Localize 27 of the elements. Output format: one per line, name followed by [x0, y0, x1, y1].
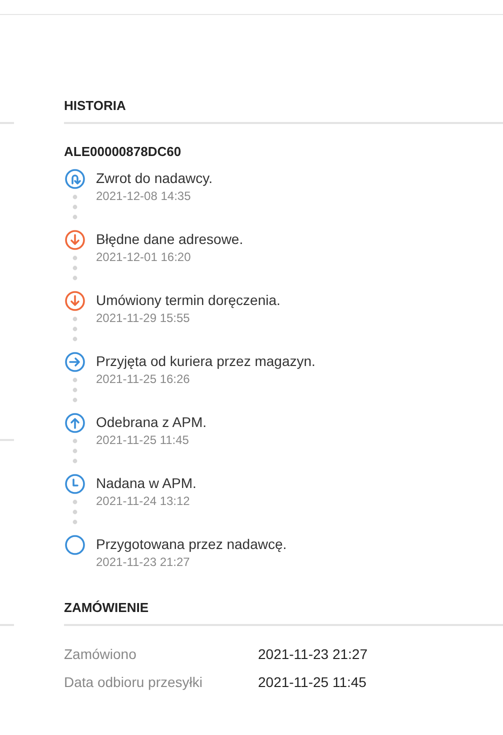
event-title: Odebrana z APM.	[96, 413, 207, 431]
tracking-number: ALE00000878DC60	[64, 143, 182, 161]
timeline-connector	[72, 436, 78, 466]
field-label: Data odbioru przesyłki	[64, 674, 204, 690]
event-time: 2021-11-29 15:55	[96, 310, 191, 326]
event-title: Nadana w APM.	[96, 474, 196, 492]
timeline-connector	[72, 253, 78, 283]
section-heading: ZAMÓWIENIE	[64, 599, 150, 617]
event-time: 2021-11-25 16:26	[96, 371, 191, 387]
event-title: Przygotowana przez nadawcę.	[96, 535, 287, 553]
event-time: 2021-11-24 13:12	[96, 493, 191, 509]
event-title: Przyjęta od kuriera przez magazyn.	[96, 352, 316, 370]
field-label: Zamówiono	[64, 646, 138, 662]
event-title: Błędne dane adresowe.	[96, 230, 244, 248]
field-value: 2021-11-23 21:27	[258, 646, 368, 662]
timeline-connector	[72, 497, 78, 527]
section-heading: HISTORIA	[64, 97, 127, 115]
field-value: 2021-11-25 11:45	[258, 674, 366, 690]
event-title: Zwrot do nadawcy.	[96, 169, 212, 187]
timeline-connector	[72, 192, 78, 222]
event-time: 2021-11-25 11:45	[96, 432, 190, 448]
event-time: 2021-12-01 16:20	[96, 249, 192, 265]
event-time: 2021-11-23 21:27	[96, 554, 191, 570]
event-title: Umówiony termin doręczenia.	[96, 291, 280, 309]
timeline-connector	[72, 314, 78, 344]
timeline-connector	[72, 375, 78, 405]
event-time: 2021-12-08 14:35	[96, 188, 192, 204]
